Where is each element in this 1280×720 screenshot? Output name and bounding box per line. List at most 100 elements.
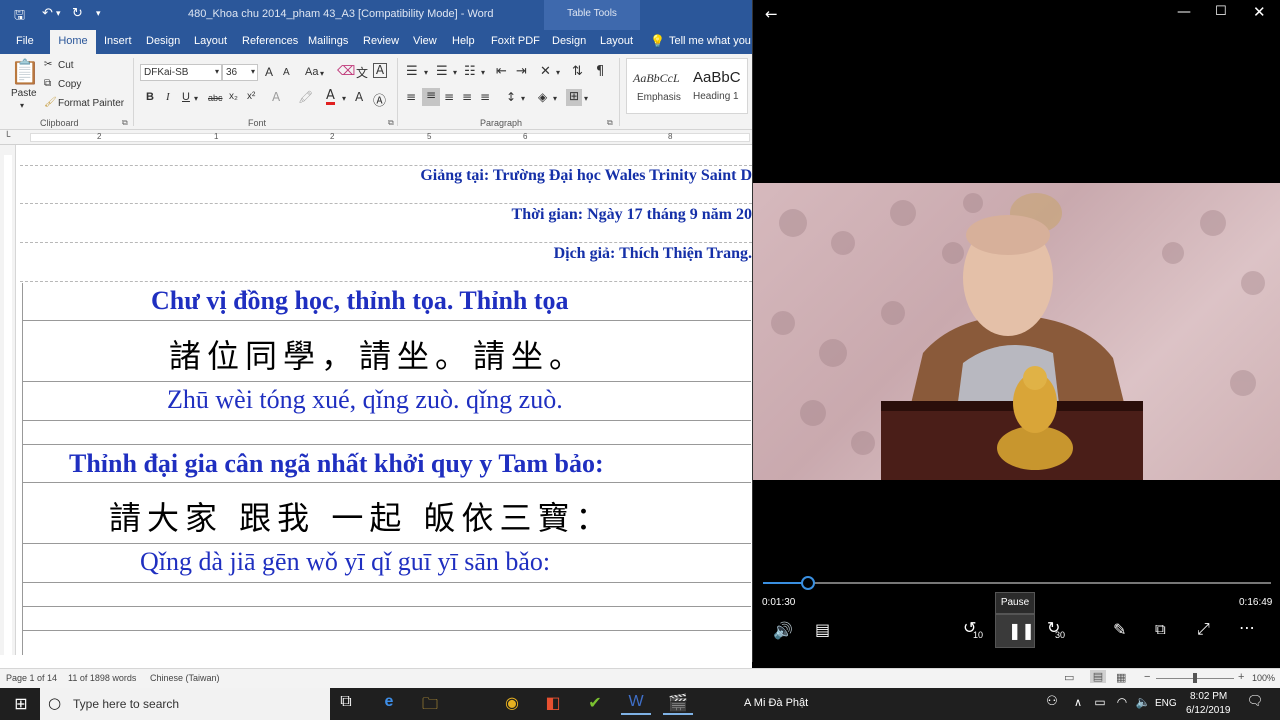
document-page[interactable]: Giảng tại: Trường Đại học Wales Trinity … bbox=[20, 145, 752, 655]
superscript-button[interactable]: x² bbox=[247, 91, 255, 102]
tab-insert[interactable]: Insert bbox=[104, 35, 132, 47]
zoom-out-icon[interactable]: − bbox=[1144, 671, 1150, 683]
text-effects-icon[interactable]: A bbox=[272, 90, 280, 104]
font-size-box[interactable]: 36 ▾ bbox=[222, 64, 258, 81]
asian-layout-dropdown-icon[interactable]: ▾ bbox=[556, 68, 560, 77]
back-arrow-icon[interactable]: ← bbox=[765, 5, 778, 23]
italic-button[interactable]: I bbox=[166, 91, 170, 103]
sort-icon[interactable]: ⇅ bbox=[572, 64, 583, 79]
customize-qat-icon[interactable]: ▾ bbox=[96, 9, 101, 19]
align-left-icon[interactable]: ≡ bbox=[406, 90, 416, 104]
notifications-icon[interactable]: 🗨 bbox=[1240, 693, 1270, 715]
table-row[interactable] bbox=[23, 583, 751, 607]
fullscreen-icon[interactable]: ⤢ bbox=[1197, 619, 1210, 639]
align-right-icon[interactable]: ≡ bbox=[444, 90, 454, 104]
clock-date[interactable]: 6/12/2019 bbox=[1186, 705, 1231, 716]
grow-font-button[interactable]: A bbox=[265, 65, 273, 79]
cut-button[interactable]: Cut bbox=[58, 60, 74, 71]
skip-forward-button[interactable]: ↻ 30 bbox=[1045, 618, 1073, 644]
style-heading-1[interactable]: AaBbC Heading 1 bbox=[689, 61, 747, 111]
shading-dropdown-icon[interactable]: ▾ bbox=[553, 94, 557, 103]
edit-pencil-icon[interactable]: ✎ bbox=[1113, 620, 1126, 639]
underline-dropdown-icon[interactable]: ▾ bbox=[194, 94, 198, 103]
font-name-box[interactable]: DFKai-SB ▾ bbox=[140, 64, 222, 81]
font-size-dropdown-icon[interactable]: ▾ bbox=[251, 67, 255, 76]
change-case-button[interactable]: Aa bbox=[305, 66, 318, 78]
taskbar-window-label[interactable]: A Mi Đà Phật bbox=[744, 697, 808, 709]
undo-icon[interactable]: ↶ bbox=[42, 6, 53, 21]
print-layout-icon[interactable]: ▤ bbox=[1090, 670, 1106, 683]
file-explorer-icon[interactable]: 🗀 bbox=[415, 693, 445, 715]
align-center-icon[interactable]: ≡ bbox=[422, 88, 440, 106]
borders-dropdown-icon[interactable]: ▾ bbox=[584, 94, 588, 103]
chrome-icon[interactable]: ◉ bbox=[497, 693, 527, 715]
tab-home[interactable]: Home bbox=[50, 30, 96, 54]
borders-icon[interactable]: ⊞ bbox=[566, 89, 582, 106]
speaker-icon[interactable]: 🔈 bbox=[1128, 695, 1158, 717]
justify-icon[interactable]: ≡ bbox=[462, 90, 472, 104]
word-taskbar-icon[interactable]: W bbox=[621, 693, 651, 715]
multilevel-list-icon[interactable]: ☷ bbox=[464, 64, 476, 79]
input-language[interactable]: ENG bbox=[1155, 698, 1177, 709]
bullets-dropdown-icon[interactable]: ▾ bbox=[424, 68, 428, 77]
tab-design[interactable]: Design bbox=[146, 35, 180, 47]
skip-back-button[interactable]: ↺ 10 bbox=[961, 618, 989, 644]
edge-icon[interactable]: e bbox=[374, 693, 404, 715]
read-mode-icon[interactable]: ▭ bbox=[1064, 671, 1074, 684]
bold-button[interactable]: B bbox=[146, 91, 154, 103]
tab-mailings[interactable]: Mailings bbox=[308, 35, 348, 47]
table-row[interactable]: 諸位同學，請坐。請坐。 bbox=[23, 321, 751, 382]
app-red-icon[interactable]: ◧ bbox=[538, 693, 568, 715]
font-color-icon[interactable]: A bbox=[326, 89, 335, 105]
paste-icon[interactable]: 📋 bbox=[10, 58, 40, 86]
clock-time[interactable]: 8:02 PM bbox=[1190, 691, 1227, 702]
strikethrough-button[interactable]: abc bbox=[208, 93, 223, 103]
character-shading-icon[interactable]: A bbox=[355, 90, 363, 104]
word-count[interactable]: 11 of 1898 words bbox=[68, 673, 136, 683]
style-emphasis[interactable]: AaBbCcL Emphasis bbox=[629, 61, 689, 111]
table-row[interactable]: Thỉnh đại gia cân ngã nhất khởi quy y Ta… bbox=[23, 445, 751, 483]
decrease-indent-icon[interactable]: ⇤ bbox=[496, 64, 507, 79]
seek-bar[interactable] bbox=[763, 582, 1271, 584]
distributed-icon[interactable]: ≡ bbox=[480, 90, 490, 104]
tab-references[interactable]: References bbox=[242, 35, 298, 47]
pause-button[interactable]: ❚❚ bbox=[995, 614, 1035, 648]
video-frame[interactable] bbox=[753, 183, 1280, 480]
copy-button[interactable]: Copy bbox=[58, 79, 81, 90]
increase-indent-icon[interactable]: ⇥ bbox=[516, 64, 527, 79]
underline-button[interactable]: U bbox=[182, 91, 190, 103]
numbering-dropdown-icon[interactable]: ▾ bbox=[453, 68, 457, 77]
line-spacing-dropdown-icon[interactable]: ▾ bbox=[521, 94, 525, 103]
tab-foxit-pdf[interactable]: Foxit PDF bbox=[491, 35, 540, 47]
subscript-button[interactable]: x₂ bbox=[229, 91, 238, 102]
change-case-dropdown-icon[interactable]: ▾ bbox=[320, 69, 324, 78]
mini-view-icon[interactable]: ⧉ bbox=[1155, 620, 1166, 638]
tab-help[interactable]: Help bbox=[452, 35, 475, 47]
shrink-font-button[interactable]: A bbox=[283, 67, 290, 78]
tab-table-layout[interactable]: Layout bbox=[600, 35, 633, 47]
undo-dropdown-icon[interactable]: ▾ bbox=[56, 9, 61, 19]
clear-formatting-icon[interactable]: ⌫ bbox=[337, 64, 355, 79]
table-row[interactable]: Chư vị đồng học, thỉnh tọa. Thỉnh tọa bbox=[23, 283, 751, 321]
seek-thumb[interactable] bbox=[801, 576, 816, 590]
maximize-icon[interactable]: ☐ bbox=[1215, 4, 1227, 19]
tab-view[interactable]: View bbox=[413, 35, 437, 47]
shading-icon[interactable]: ◈ bbox=[538, 90, 547, 104]
vertical-ruler[interactable] bbox=[0, 145, 16, 655]
volume-icon[interactable]: 🔊 bbox=[773, 621, 793, 640]
table-row[interactable]: Qǐng dà jiā gēn wǒ yī qǐ guī yī sān bǎo: bbox=[23, 544, 751, 583]
numbering-icon[interactable]: ☰ bbox=[436, 64, 448, 79]
tab-review[interactable]: Review bbox=[363, 35, 399, 47]
task-view-icon[interactable]: ⧉ bbox=[331, 693, 361, 715]
font-launcher-icon[interactable]: ⧉ bbox=[388, 118, 394, 128]
tab-table-design[interactable]: Design bbox=[552, 35, 586, 47]
page-count[interactable]: Page 1 of 14 bbox=[6, 673, 57, 683]
zoom-in-icon[interactable]: + bbox=[1238, 671, 1244, 683]
zoom-slider-thumb[interactable] bbox=[1193, 673, 1197, 683]
font-color-dropdown-icon[interactable]: ▾ bbox=[342, 94, 346, 103]
show-formatting-icon[interactable]: ¶ bbox=[596, 64, 604, 79]
close-icon[interactable]: ✕ bbox=[1253, 3, 1266, 21]
clipboard-launcher-icon[interactable]: ⧉ bbox=[122, 118, 128, 128]
line-spacing-icon[interactable]: ↕ bbox=[506, 90, 516, 104]
format-painter-icon[interactable]: 🖌 bbox=[44, 97, 57, 108]
